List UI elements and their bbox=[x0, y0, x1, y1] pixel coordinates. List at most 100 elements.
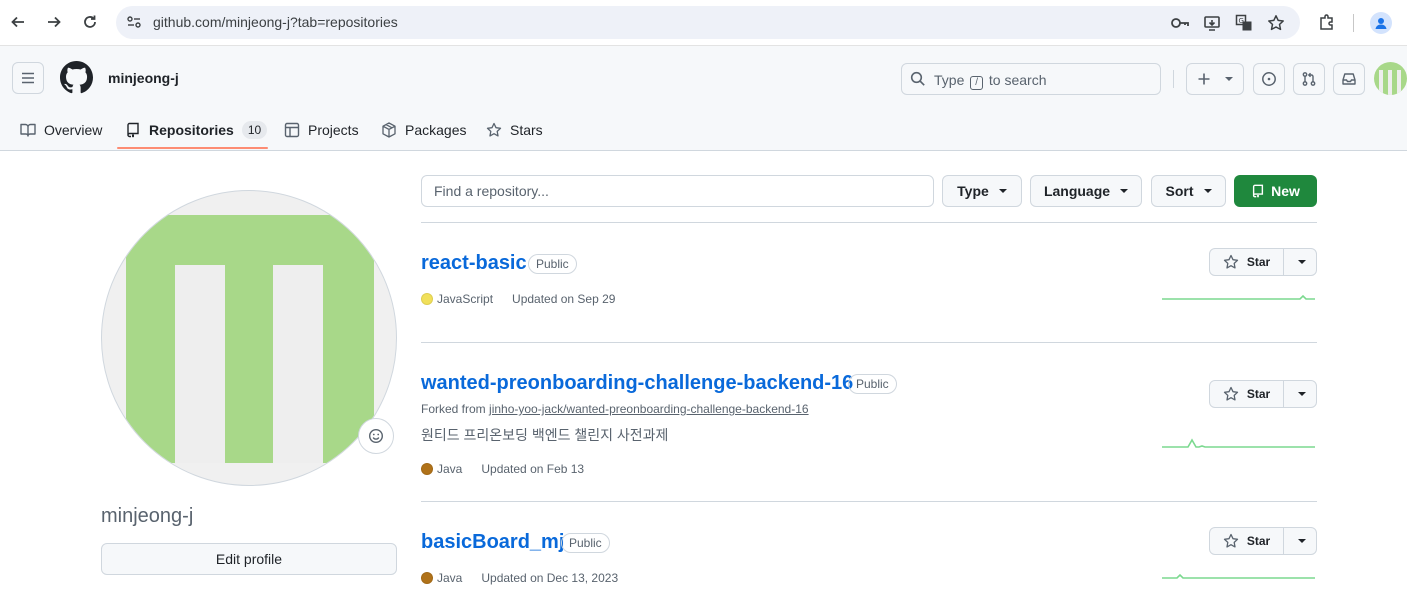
inbox-button[interactable] bbox=[1333, 63, 1365, 95]
caret-down-icon bbox=[1225, 77, 1233, 81]
find-repository-input[interactable] bbox=[421, 175, 934, 207]
forward-icon[interactable] bbox=[43, 11, 65, 33]
set-status-button[interactable] bbox=[358, 418, 394, 454]
forked-from-text: Forked from jinho-yoo-jack/wanted-preonb… bbox=[421, 402, 809, 416]
repo-language: Java bbox=[437, 571, 463, 585]
tab-repositories[interactable]: Repositories 10 bbox=[125, 108, 268, 151]
tab-overview[interactable]: Overview bbox=[20, 108, 102, 151]
repo-icon bbox=[1253, 184, 1264, 198]
tab-projects[interactable]: Projects bbox=[284, 108, 359, 151]
star-button-group: Star bbox=[1209, 527, 1317, 555]
profile-login: minjeong-j bbox=[101, 505, 194, 527]
star-icon bbox=[1223, 386, 1238, 401]
table-icon bbox=[284, 122, 300, 138]
language-filter-label: Language bbox=[1043, 183, 1111, 199]
user-avatar[interactable] bbox=[1374, 62, 1407, 95]
language-color-dot bbox=[421, 293, 433, 305]
search-icon bbox=[910, 71, 925, 86]
search-placeholder: Type / to search bbox=[934, 72, 1047, 90]
star-list-dropdown[interactable] bbox=[1284, 381, 1316, 407]
package-icon bbox=[381, 121, 397, 138]
pull-requests-button[interactable] bbox=[1293, 63, 1325, 95]
header-username[interactable]: minjeong-j bbox=[108, 70, 179, 86]
star-button-group: Star bbox=[1209, 380, 1317, 408]
tab-packages-label: Packages bbox=[405, 121, 467, 138]
activity-sparkline bbox=[1162, 573, 1315, 579]
identicon-block bbox=[175, 265, 225, 463]
menu-button[interactable] bbox=[12, 62, 44, 94]
repositories-count-badge: 10 bbox=[241, 120, 268, 139]
back-icon[interactable] bbox=[7, 11, 29, 33]
issues-button[interactable] bbox=[1253, 63, 1285, 95]
tab-overview-label: Overview bbox=[44, 121, 103, 138]
repo-link[interactable]: react-basic bbox=[421, 252, 527, 275]
github-header: minjeong-j Type / to search Overview Rep… bbox=[0, 46, 1407, 151]
repo-meta: JavaScript Updated on Sep 29 bbox=[421, 292, 615, 306]
star-button[interactable]: Star bbox=[1210, 249, 1284, 275]
repo-language: JavaScript bbox=[437, 292, 494, 306]
url-text[interactable]: github.com/minjeong-j?tab=repositories bbox=[153, 14, 398, 30]
fork-source-link[interactable]: jinho-yoo-jack/wanted-preonboarding-chal… bbox=[489, 402, 809, 416]
star-icon bbox=[1223, 254, 1238, 269]
repo-updated: Updated on Feb 13 bbox=[481, 462, 585, 476]
site-settings-icon[interactable] bbox=[126, 14, 142, 30]
address-bar[interactable]: github.com/minjeong-j?tab=repositories G bbox=[116, 6, 1300, 39]
tab-projects-label: Projects bbox=[308, 121, 359, 138]
create-new-button[interactable] bbox=[1186, 63, 1244, 95]
repo-updated: Updated on Dec 13, 2023 bbox=[481, 571, 619, 585]
type-filter-button[interactable]: Type bbox=[942, 175, 1022, 207]
header-separator bbox=[1173, 70, 1174, 88]
pull-request-icon bbox=[1302, 72, 1316, 86]
repo-updated: Updated on Sep 29 bbox=[512, 292, 616, 306]
translate-icon[interactable]: G bbox=[1234, 13, 1254, 33]
tab-packages[interactable]: Packages bbox=[381, 108, 466, 151]
star-icon bbox=[486, 122, 502, 138]
list-divider bbox=[421, 222, 1317, 223]
caret-down-icon bbox=[1298, 539, 1306, 543]
repo-link[interactable]: wanted-preonboarding-challenge-backend-1… bbox=[421, 372, 853, 395]
edit-profile-button[interactable]: Edit profile bbox=[101, 543, 397, 575]
issue-opened-icon bbox=[1262, 72, 1276, 86]
tab-stars-label: Stars bbox=[510, 121, 543, 138]
inbox-icon bbox=[1342, 73, 1356, 85]
star-list-dropdown[interactable] bbox=[1284, 249, 1316, 275]
search-suffix: to search bbox=[988, 72, 1047, 88]
star-label: Star bbox=[1246, 387, 1271, 401]
reload-icon[interactable] bbox=[79, 11, 101, 33]
activity-sparkline bbox=[1162, 294, 1315, 300]
bookmark-star-icon[interactable] bbox=[1266, 13, 1286, 33]
search-shortcut-key: / bbox=[970, 76, 984, 90]
list-divider bbox=[421, 342, 1317, 343]
sort-button[interactable]: Sort bbox=[1151, 175, 1226, 207]
caret-down-icon bbox=[1203, 189, 1212, 193]
repo-link[interactable]: basicBoard_mj bbox=[421, 531, 564, 554]
language-color-dot bbox=[421, 463, 433, 475]
password-key-icon[interactable] bbox=[1170, 13, 1190, 33]
star-label: Star bbox=[1246, 255, 1271, 269]
repo-meta: Java Updated on Dec 13, 2023 bbox=[421, 571, 618, 585]
star-icon bbox=[1223, 533, 1238, 548]
star-list-dropdown[interactable] bbox=[1284, 528, 1316, 554]
extensions-icon[interactable] bbox=[1316, 11, 1338, 33]
activity-sparkline bbox=[1162, 438, 1315, 448]
avatar-bar bbox=[1397, 70, 1401, 95]
search-prefix: Type bbox=[934, 72, 965, 88]
star-button[interactable]: Star bbox=[1210, 528, 1284, 554]
search-input[interactable]: Type / to search bbox=[901, 63, 1161, 95]
install-app-icon[interactable] bbox=[1202, 13, 1222, 33]
plus-icon bbox=[1198, 73, 1210, 85]
caret-down-icon bbox=[1298, 260, 1306, 264]
browser-profile-icon[interactable] bbox=[1370, 12, 1392, 34]
profile-avatar[interactable] bbox=[101, 190, 397, 486]
repo-description: 원티드 프리온보딩 백엔드 챌린지 사전과제 bbox=[421, 427, 669, 443]
list-divider bbox=[421, 501, 1317, 502]
language-filter-button[interactable]: Language bbox=[1030, 175, 1142, 207]
star-button[interactable]: Star bbox=[1210, 381, 1284, 407]
identicon-block bbox=[273, 265, 323, 463]
tab-stars[interactable]: Stars bbox=[486, 108, 543, 151]
star-label: Star bbox=[1246, 534, 1271, 548]
new-repository-button[interactable]: New bbox=[1234, 175, 1317, 207]
avatar-identicon bbox=[126, 215, 374, 463]
github-logo-icon[interactable] bbox=[60, 61, 93, 94]
visibility-badge: Public bbox=[561, 533, 610, 553]
